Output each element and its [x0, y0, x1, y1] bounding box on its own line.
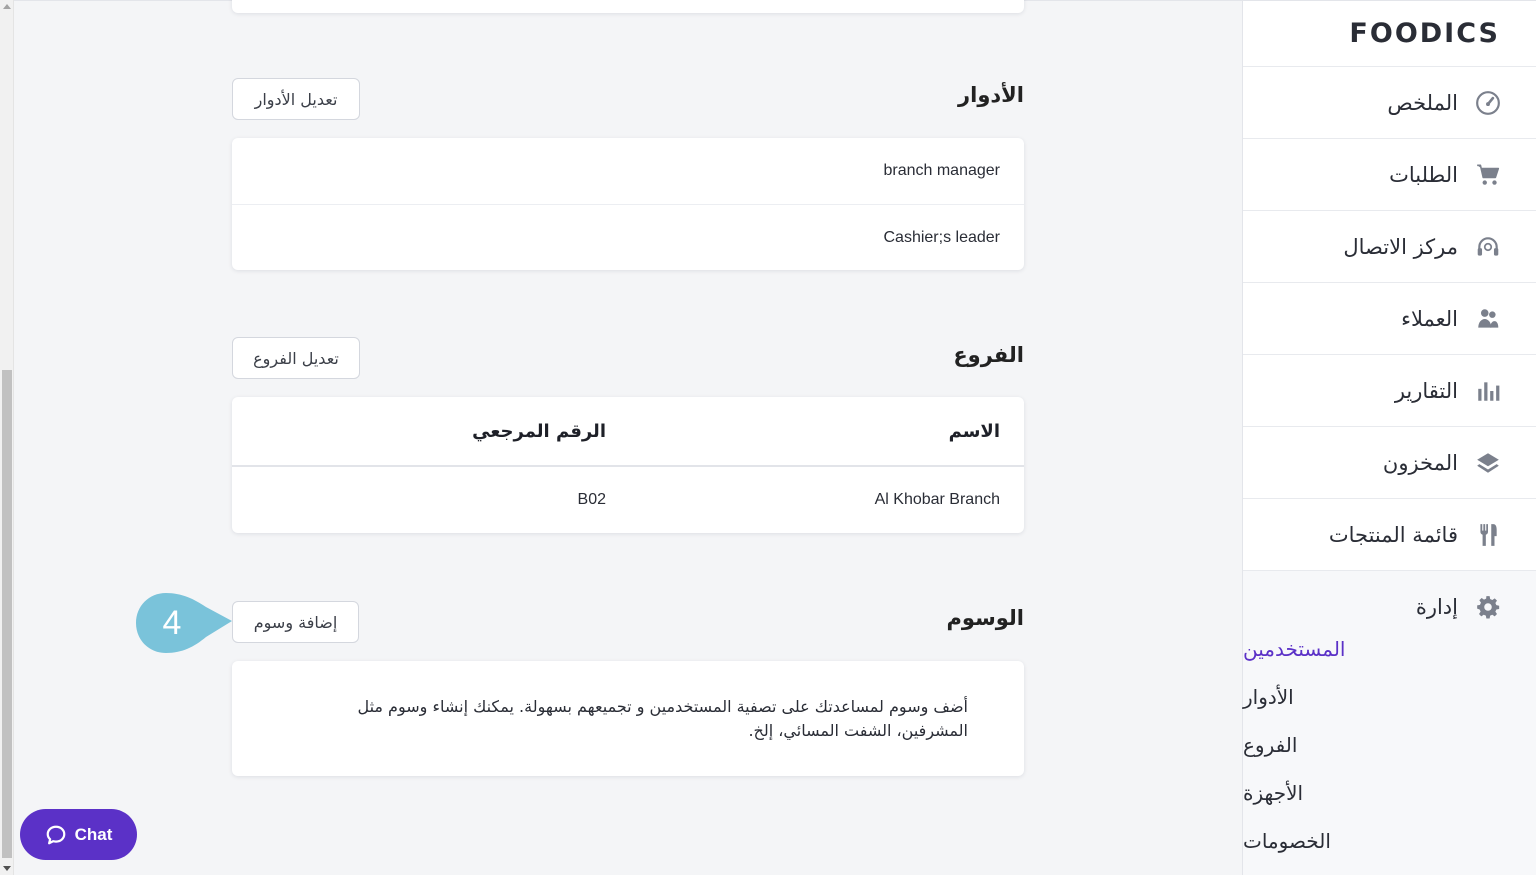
tags-card: أضف وسوم لمساعدتك على تصفية المستخدمين و…: [232, 661, 1024, 776]
branch-reference-cell: B02: [577, 491, 606, 508]
fork-knife-icon: [1474, 521, 1502, 549]
gear-icon: [1474, 593, 1502, 621]
role-item: Cashier;s leader: [232, 204, 1024, 270]
sidebar-item-call-center[interactable]: مركز الاتصال: [1243, 211, 1536, 283]
chat-button[interactable]: Chat: [20, 809, 137, 860]
main-content: الأدوار تعديل الأدوار branch manager Cas…: [14, 0, 1242, 875]
step-marker: 4: [136, 593, 240, 653]
tags-title: الوسوم: [946, 606, 1024, 630]
roles-title: الأدوار: [958, 83, 1024, 107]
sidebar-item-label: مركز الاتصال: [1343, 234, 1458, 259]
layers-icon: [1474, 449, 1502, 477]
tags-description: أضف وسوم لمساعدتك على تصفية المستخدمين و…: [357, 697, 968, 740]
page-scrollbar[interactable]: [0, 0, 14, 875]
chat-bubble-icon: [46, 825, 65, 844]
sidebar-subitem-discounts[interactable]: الخصومات: [1243, 817, 1536, 865]
sidebar-subitem-roles[interactable]: الأدوار: [1243, 673, 1536, 721]
step-number: 4: [162, 603, 182, 642]
sidebar-item-label: الملخص: [1387, 90, 1458, 115]
branch-name-cell: Al Khobar Branch: [874, 491, 1000, 508]
edit-branches-button[interactable]: تعديل الفروع: [232, 337, 360, 379]
sidebar-item-label: إدارة: [1415, 595, 1458, 619]
column-header-reference: الرقم المرجعي: [472, 420, 606, 442]
edit-roles-button[interactable]: تعديل الأدوار: [232, 78, 360, 120]
admin-section: إدارة المستخدمين الأدوار الفروع الأجهزة …: [1243, 571, 1536, 875]
branches-title: الفروع: [953, 343, 1024, 367]
chat-label: Chat: [74, 824, 113, 844]
roles-card: branch manager Cashier;s leader: [232, 138, 1024, 270]
sidebar-item-label: قائمة المنتجات: [1328, 522, 1458, 547]
sidebar-item-reports[interactable]: التقارير: [1243, 355, 1536, 427]
column-header-name: الاسم: [948, 420, 1000, 442]
sidebar-item-menu[interactable]: قائمة المنتجات: [1243, 499, 1536, 571]
branches-card: الاسم الرقم المرجعي Al Khobar Branch B02: [232, 397, 1024, 533]
add-tags-button[interactable]: إضافة وسوم: [232, 601, 359, 643]
sidebar-item-orders[interactable]: الطلبات: [1243, 139, 1536, 211]
sidebar-item-label: العملاء: [1401, 306, 1458, 331]
customers-icon: [1474, 305, 1502, 333]
sidebar-item-label: التقارير: [1394, 378, 1458, 403]
sidebar-subitem-users[interactable]: المستخدمين: [1243, 625, 1536, 673]
sidebar-item-label: الطلبات: [1389, 162, 1458, 187]
headset-icon: [1474, 233, 1502, 261]
branches-table-header: الاسم الرقم المرجعي: [232, 397, 1024, 467]
cart-icon: [1474, 161, 1502, 189]
sidebar: FOODICS الملخص الطلبات مركز الاتصال العم…: [1242, 0, 1536, 875]
sidebar-subitem-devices[interactable]: الأجهزة: [1243, 769, 1536, 817]
table-row[interactable]: Al Khobar Branch B02: [232, 467, 1024, 533]
role-item: branch manager: [883, 162, 1000, 179]
sidebar-item-label: المخزون: [1382, 450, 1458, 475]
dashboard-gauge-icon: [1474, 89, 1502, 117]
sidebar-item-admin[interactable]: إدارة: [1243, 589, 1536, 625]
scroll-thumb[interactable]: [2, 370, 12, 858]
sidebar-subitem-branches[interactable]: الفروع: [1243, 721, 1536, 769]
sidebar-item-customers[interactable]: العملاء: [1243, 283, 1536, 355]
sidebar-item-inventory[interactable]: المخزون: [1243, 427, 1536, 499]
foodics-logo[interactable]: FOODICS: [1243, 1, 1536, 67]
scroll-down-arrow[interactable]: [3, 866, 11, 871]
previous-card: [232, 0, 1024, 13]
bar-chart-icon: [1474, 377, 1502, 405]
scroll-up-arrow[interactable]: [3, 4, 11, 9]
logo-text: FOODICS: [1349, 18, 1500, 49]
sidebar-item-dashboard[interactable]: الملخص: [1243, 67, 1536, 139]
